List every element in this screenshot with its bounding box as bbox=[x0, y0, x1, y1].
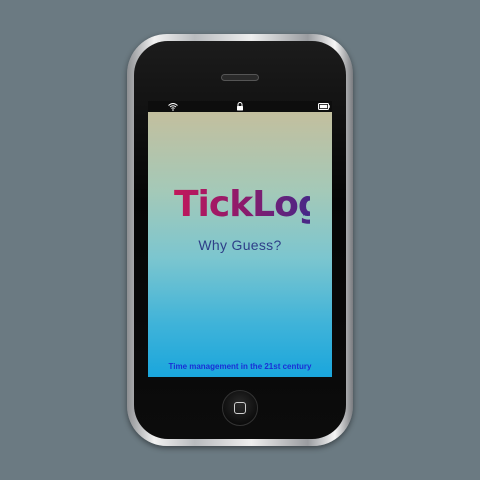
status-bar bbox=[148, 101, 332, 112]
tagline: Why Guess? bbox=[198, 237, 282, 253]
phone-screen: TickLog TM Why Guess? Time management in… bbox=[148, 101, 332, 377]
wifi-icon bbox=[168, 103, 178, 111]
footer-slogan: Time management in the 21st century bbox=[168, 362, 312, 371]
app-splash-screen: TickLog TM Why Guess? Time management in… bbox=[148, 112, 332, 377]
lock-icon bbox=[237, 102, 243, 111]
svg-text:TM: TM bbox=[301, 212, 308, 217]
battery-icon bbox=[318, 103, 330, 110]
ticklog-logo: TickLog TM bbox=[174, 184, 310, 225]
stage: TickLog TM Why Guess? Time management in… bbox=[0, 0, 480, 480]
home-button[interactable] bbox=[222, 390, 258, 426]
svg-text:TickLog: TickLog bbox=[174, 184, 310, 225]
home-square-icon bbox=[234, 402, 246, 414]
earpiece-speaker bbox=[221, 74, 259, 81]
